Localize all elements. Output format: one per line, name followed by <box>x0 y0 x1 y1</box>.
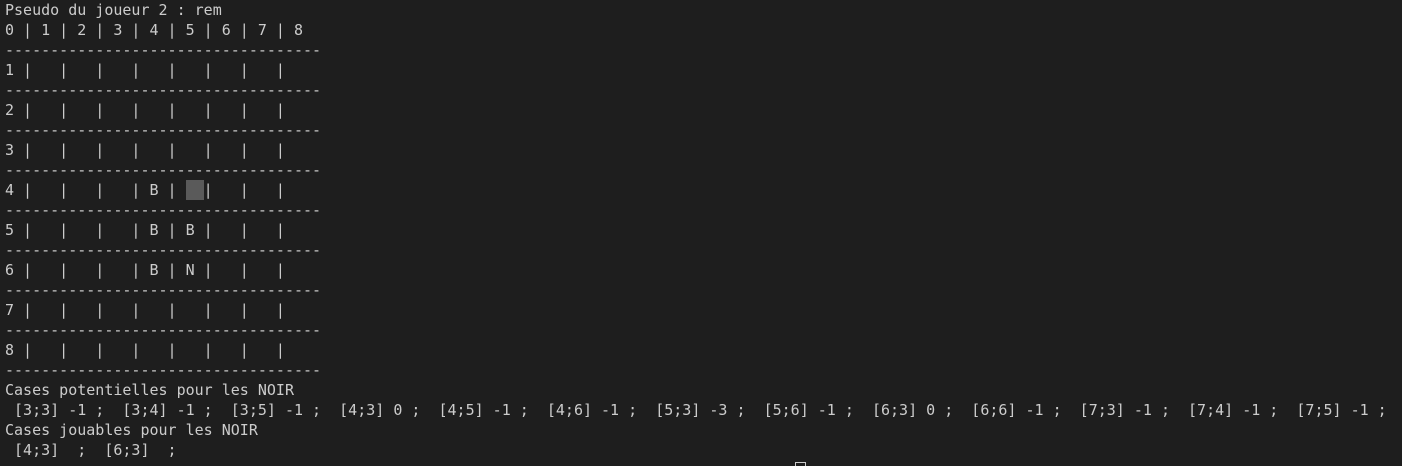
player-name-prompt: Pseudo du joueur 2 : rem <box>5 1 222 19</box>
terminal-cursor <box>795 462 806 466</box>
board-row-4: 4 | | | | B | | | | <box>5 180 1402 200</box>
board-row-8: 8 | | | | | | | | <box>5 341 285 359</box>
board-separator: ----------------------------------- <box>5 161 322 179</box>
potential-cells-list: [3;3] -1 ; [3;4] -1 ; [3;5] -1 ; [4;3] 0… <box>5 401 1387 419</box>
input-prompt-line[interactable] <box>5 460 1402 466</box>
board-row-6: 6 | | | | B | N | | | <box>5 261 285 279</box>
board-separator: ----------------------------------- <box>5 281 322 299</box>
selected-cell-highlight <box>185 180 204 200</box>
board-separator: ----------------------------------- <box>5 121 322 139</box>
board-separator: ----------------------------------- <box>5 81 322 99</box>
board-separator: ----------------------------------- <box>5 321 322 339</box>
board-row-5: 5 | | | | B | B | | | <box>5 221 285 239</box>
board-row-4-left: 4 | | | | B | <box>5 181 177 199</box>
board-row-3: 3 | | | | | | | | <box>5 141 285 159</box>
board-separator: ----------------------------------- <box>5 41 322 59</box>
playable-cells-list: [4;3] ; [6;3] ; <box>5 441 177 459</box>
board-row-2: 2 | | | | | | | | <box>5 101 285 119</box>
cut-off-prompt-text <box>5 460 795 466</box>
board-separator: ----------------------------------- <box>5 201 322 219</box>
playable-cells-heading: Cases jouables pour les NOIR <box>5 421 258 439</box>
board-separator: ----------------------------------- <box>5 241 322 259</box>
potential-cells-heading: Cases potentielles pour les NOIR <box>5 381 294 399</box>
board-separator: ----------------------------------- <box>5 361 322 379</box>
board-row-1: 1 | | | | | | | | <box>5 61 285 79</box>
board-column-header: 0 | 1 | 2 | 3 | 4 | 5 | 6 | 7 | 8 <box>5 21 304 39</box>
board-row-4-right: | | | <box>203 181 285 199</box>
terminal-output[interactable]: Pseudo du joueur 2 : rem 0 | 1 | 2 | 3 |… <box>0 0 1402 466</box>
board-row-7: 7 | | | | | | | | <box>5 301 285 319</box>
